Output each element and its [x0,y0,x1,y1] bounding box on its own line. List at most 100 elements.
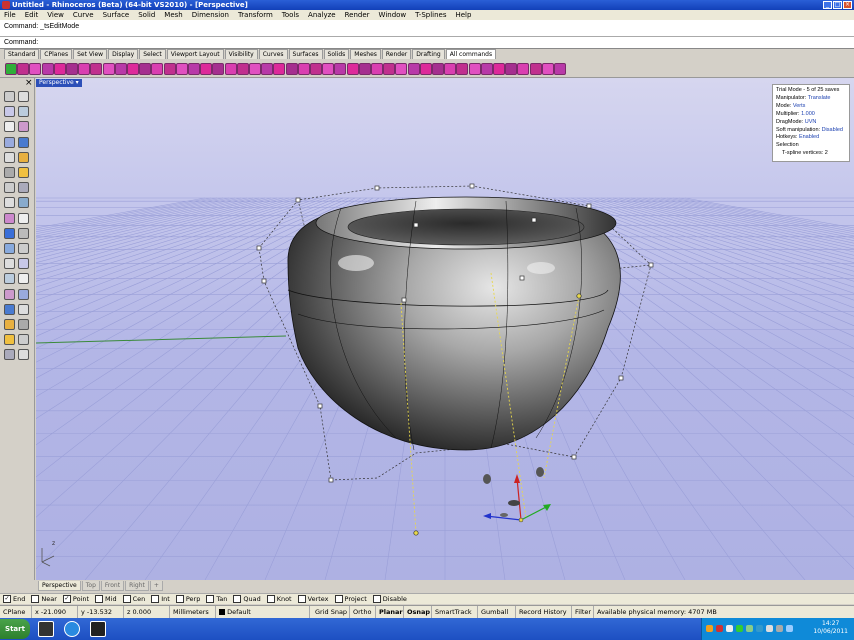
tab-select[interactable]: Select [139,49,166,59]
tab-surfaces[interactable]: Surfaces [288,49,323,59]
left-tool-icon[interactable] [4,197,15,209]
toolbar-command-icon[interactable] [53,63,66,75]
osnap-project[interactable]: Project [334,594,367,604]
tray-icon-4[interactable] [736,625,743,632]
toolbar-command-icon[interactable] [432,63,444,75]
filter-toggle[interactable]: Filter [572,606,594,618]
layer-selector[interactable]: Default [216,606,310,618]
tab-render[interactable]: Render [381,49,412,59]
osnap-vertex[interactable]: Vertex [297,594,329,604]
toolbar-command-icon[interactable] [285,63,298,75]
toolbar-command-icon[interactable] [41,63,54,75]
left-tool-icon[interactable] [4,227,15,239]
viewport-tab-right[interactable]: Right [125,581,149,591]
grid-snap-toggle[interactable]: Grid Snap [312,606,350,618]
toolbar-command-icon[interactable] [114,63,127,75]
menu-view[interactable]: View [47,10,64,20]
toolbar-command-icon[interactable] [493,63,505,75]
menu-tsplines[interactable]: T-Splines [415,10,446,20]
left-tool-icon[interactable] [18,258,29,270]
osnap-checkbox[interactable] [95,595,104,603]
left-tool-icon[interactable] [18,91,29,102]
osnap-near[interactable]: Near [31,594,57,604]
tab-solids[interactable]: Solids [323,49,350,59]
tab-meshes[interactable]: Meshes [350,49,381,59]
menu-solid[interactable]: Solid [138,10,155,20]
gumball-toggle[interactable]: Gumball [478,606,516,618]
tray-icon-6[interactable] [756,625,763,632]
toolbar-command-icon[interactable] [419,63,432,75]
left-tool-icon[interactable] [18,182,29,194]
toolbar-command-icon[interactable] [297,63,310,75]
toolbar-command-icon[interactable] [261,63,274,75]
tab-viewport-layout[interactable]: Viewport Layout [166,49,224,59]
tray-icon-2[interactable] [716,625,723,632]
osnap-checkbox[interactable] [122,595,131,603]
toolbar-command-icon[interactable] [468,63,481,75]
osnap-checkbox[interactable] [175,595,184,603]
left-tool-icon[interactable] [4,91,15,102]
toolbar-command-icon[interactable] [371,63,383,75]
osnap-perp[interactable]: Perp [175,594,200,604]
left-tool-icon[interactable] [18,151,29,163]
osnap-tan[interactable]: Tan [206,594,227,604]
menu-window[interactable]: Window [379,10,407,20]
left-tool-icon[interactable] [18,349,29,361]
toolbar-command-icon[interactable] [273,63,286,75]
left-tool-icon[interactable] [18,136,29,148]
left-tool-icon[interactable] [4,151,15,163]
osnap-checkbox[interactable]: ✓ [62,595,71,603]
tab-display[interactable]: Display [108,49,139,59]
hotkeys-value[interactable]: Enabled [799,134,819,140]
ortho-toggle[interactable]: Ortho [350,606,376,618]
toolbar-command-icon[interactable] [358,63,371,75]
left-tool-icon[interactable] [4,303,15,315]
toolbar-command-icon[interactable] [249,63,261,75]
tab-visibility[interactable]: Visibility [224,49,258,59]
left-tool-icon[interactable] [4,167,15,178]
start-button[interactable]: Start [0,619,30,639]
osnap-point[interactable]: ✓ Point [62,594,89,604]
manipulator-value[interactable]: Translate [808,95,831,101]
left-tool-icon[interactable] [4,349,15,361]
viewport-tab-perspective[interactable]: Perspective [38,581,81,591]
left-tool-icon[interactable] [18,243,29,254]
osnap-checkbox[interactable] [297,595,306,603]
toolbar-command-icon[interactable] [175,63,188,75]
menu-analyze[interactable]: Analyze [308,10,336,20]
toolbar-command-icon[interactable] [322,63,335,75]
cplane-label[interactable]: CPlane [0,606,32,618]
tab-set-view[interactable]: Set View [73,49,108,59]
toolbar-command-icon[interactable] [17,63,30,75]
left-tool-icon[interactable] [18,227,29,239]
menu-surface[interactable]: Surface [103,10,130,20]
toolbar-command-icon[interactable] [310,63,322,75]
tab-all-commands[interactable]: All commands [445,49,497,59]
add-viewport-tab[interactable]: + [149,581,163,591]
toolbar-command-icon[interactable] [200,63,213,75]
close-button[interactable]: × [843,1,852,9]
tab-drafting[interactable]: Drafting [412,49,445,59]
left-tool-icon[interactable] [18,197,29,209]
left-tool-icon[interactable] [18,273,29,285]
left-tool-icon[interactable] [4,319,15,330]
osnap-toggle[interactable]: Osnap [404,606,432,618]
viewport-label[interactable]: Perspective ▾ [36,79,82,87]
toolbar-command-icon[interactable] [66,63,78,75]
toolbar-command-icon[interactable] [127,63,139,75]
osnap-checkbox[interactable] [206,595,215,603]
osnap-checkbox[interactable] [31,595,40,603]
menu-help[interactable]: Help [455,10,471,20]
osnap-quad[interactable]: Quad [233,594,261,604]
dragmode-value[interactable]: UVN [805,119,817,125]
toolbar-command-icon[interactable] [480,63,493,75]
clock[interactable]: 14:27 10/06/2011 [813,620,848,636]
toolbar-command-icon[interactable] [456,63,469,75]
menu-curve[interactable]: Curve [73,10,94,20]
osnap-checkbox[interactable] [266,595,275,603]
menu-edit[interactable]: Edit [25,10,39,20]
left-tool-icon[interactable] [18,167,29,178]
soft-manipulation-value[interactable]: Disabled [822,127,843,133]
left-tool-icon[interactable] [4,121,15,133]
left-tool-icon[interactable] [18,303,29,315]
